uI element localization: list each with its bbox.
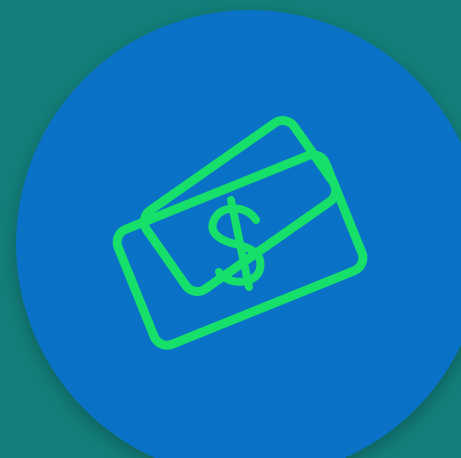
money-bills-icon <box>16 10 461 458</box>
money-badge <box>16 10 461 458</box>
